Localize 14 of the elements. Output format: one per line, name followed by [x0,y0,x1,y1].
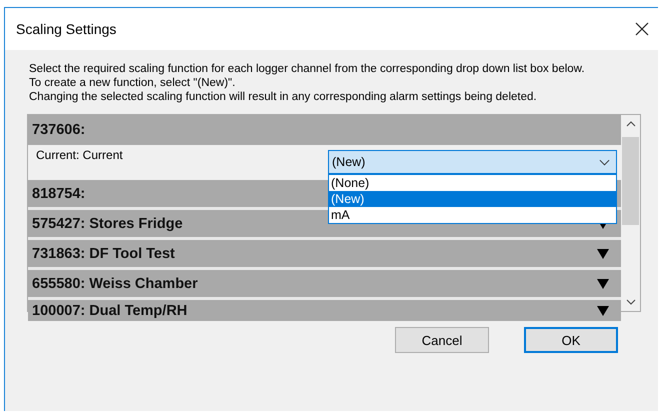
scaling-dropdown[interactable]: (New) [328,150,617,174]
scroll-down-icon[interactable] [626,299,636,305]
close-icon[interactable] [635,22,649,36]
scroll-up-icon[interactable] [626,121,636,127]
dropdown-option[interactable]: (New) [329,191,616,207]
instruction-text: Select the required scaling function for each logger channel from the corresponding drop down list box below. To create a new function, select "(New)". Changing the selected scaling function will result in any corresponding alarm settings being deleted. [29,62,586,104]
channel-label: Current: Current [36,148,123,164]
dropdown-option[interactable]: mA [329,207,616,223]
scrollbar[interactable] [621,115,640,311]
scrollbar-thumb[interactable] [622,137,639,225]
dialog-button[interactable]: OK [524,327,618,353]
dialog-button[interactable]: Cancel [395,327,489,353]
window-title: Scaling Settings [16,21,116,37]
chevron-down-icon [599,158,610,166]
